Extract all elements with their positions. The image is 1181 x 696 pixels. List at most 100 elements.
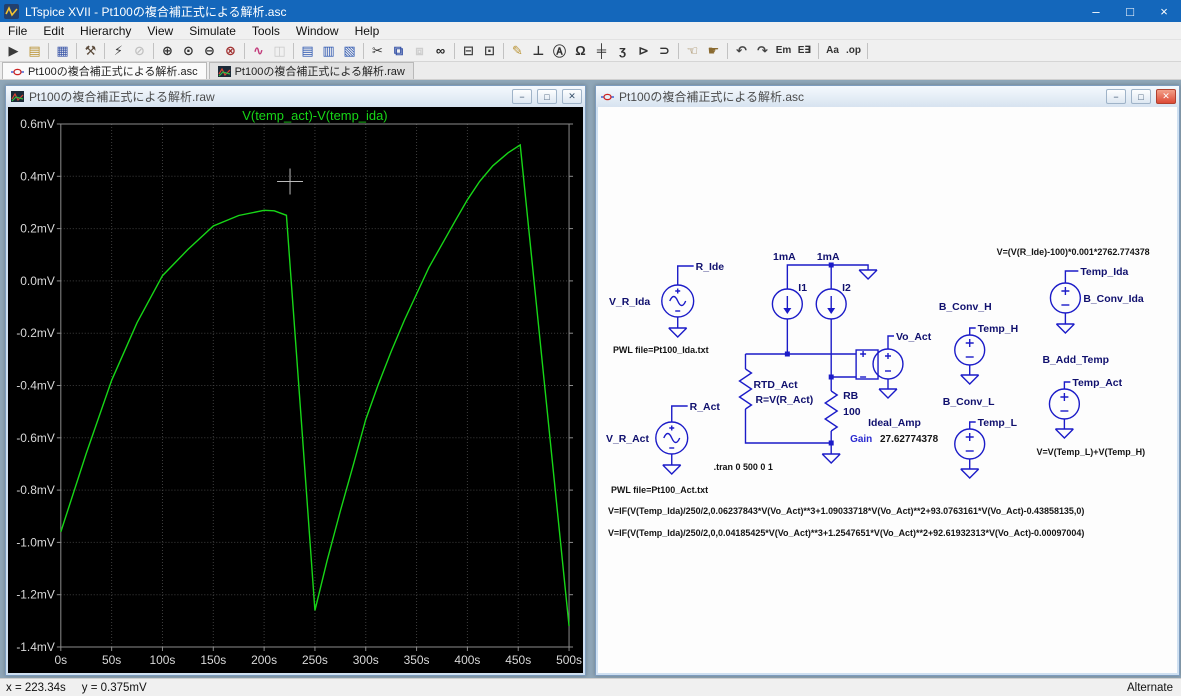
schematic-pane[interactable]: V_R_Ida R_Ide PWL file=Pt100_Ida.txt V_R… [598,107,1177,673]
toolbar-separator [727,43,728,59]
print-icon[interactable]: ⊟ [458,41,479,61]
x-tick-label: 500s [556,653,582,667]
resistor-rtd-act[interactable] [740,369,752,409]
rotate-icon[interactable]: E∃ [794,41,815,61]
menu-tools[interactable]: Tools [244,23,288,39]
x-tick-label: 100s [150,653,176,667]
cascade-windows-icon[interactable]: ▧ [339,41,360,61]
move-icon[interactable]: ☜ [682,41,703,61]
attribute-key: Gain [850,434,872,445]
menu-hierarchy[interactable]: Hierarchy [72,23,139,39]
plot-settings-icon: ◫ [269,41,290,61]
close-button[interactable]: × [1147,0,1181,22]
main-titlebar: LTspice XVII - Pt100の複合補正式による解析.asc – □ … [0,0,1181,22]
minimize-button[interactable]: – [1079,0,1113,22]
drag-icon[interactable]: ☛ [703,41,724,61]
minimize-button[interactable]: − [512,89,532,104]
component-label: V_R_Ida [609,297,650,308]
diode-icon[interactable]: ⊳ [633,41,654,61]
bsource-b-add-temp[interactable] [1049,389,1079,419]
menu-edit[interactable]: Edit [35,23,72,39]
spice-directive-icon[interactable]: .op [843,41,864,61]
cursor-x-readout: x = 223.34s [6,682,66,694]
new-schematic-icon[interactable]: ▶ [3,41,24,61]
menu-simulate[interactable]: Simulate [181,23,244,39]
voltage-source-v-r-act[interactable] [656,422,688,454]
redo-icon[interactable]: ↷ [752,41,773,61]
autorange-icon[interactable]: ∿ [248,41,269,61]
zoom-back-icon[interactable]: ⊙ [178,41,199,61]
bsource-b-conv-l[interactable] [955,429,985,459]
zoom-in-icon[interactable]: ⊕ [157,41,178,61]
menubar: FileEditHierarchyViewSimulateToolsWindow… [0,22,1181,40]
maximize-button[interactable]: □ [1131,89,1151,104]
tile-horizontal-icon[interactable]: ▤ [297,41,318,61]
close-button[interactable]: ✕ [562,89,582,104]
net-label: Temp_L [978,418,1018,429]
schematic-window-titlebar[interactable]: Pt100の複合補正式による解析.asc − □ ✕ [596,86,1179,107]
bsource-b-conv-ida[interactable] [1050,283,1080,313]
waveform-window-titlebar[interactable]: Pt100の複合補正式による解析.raw − □ ✕ [6,86,585,107]
cut-icon[interactable]: ✂ [367,41,388,61]
edit-pencil-icon[interactable]: ✎ [507,41,528,61]
schematic-icon [601,91,614,102]
resistor-icon[interactable]: Ω [570,41,591,61]
menu-file[interactable]: File [0,23,35,39]
zoom-out-icon[interactable]: ⊖ [199,41,220,61]
net-label: Vo_Act [896,332,932,343]
control-panel-icon[interactable]: ⚒ [80,41,101,61]
print-preview-icon[interactable]: ⊡ [479,41,500,61]
voltage-source-v-r-ida[interactable] [662,285,694,317]
minimize-button[interactable]: − [1106,89,1126,104]
paste-icon: ⧈ [409,41,430,61]
toolbar: ▶▤▦⚒⚡⊘⊕⊙⊖⊗∿◫▤▥▧✂⧉⧈∞⊟⊡✎⊥ⒶΩ╪ʒ⊳⊃☜☛↶↷EmE∃Aa.… [0,40,1181,62]
open-file-icon[interactable]: ▤ [24,41,45,61]
find-icon[interactable]: ∞ [430,41,451,61]
tile-vertical-icon[interactable]: ▥ [318,41,339,61]
net-label: R_Ide [696,262,725,273]
capacitor-icon[interactable]: ╪ [591,41,612,61]
tab-label: Pt100の複合補正式による解析.raw [235,63,405,79]
y-tick-label: -1.4mV [16,640,55,654]
net-label-icon[interactable]: Ⓐ [549,41,570,61]
tab-schematic[interactable]: Pt100の複合補正式による解析.asc [2,62,207,79]
component-label: B_Conv_L [943,397,995,408]
component-label: B_Conv_H [939,302,992,313]
menu-help[interactable]: Help [347,23,388,39]
esource-ideal-amp[interactable] [856,349,903,379]
ground-icon[interactable]: ⊥ [528,41,549,61]
component-label: V_R_Act [606,434,649,445]
menu-window[interactable]: Window [288,23,347,39]
text-icon[interactable]: Aa [822,41,843,61]
plot-pane[interactable]: 0s50s100s150s200s250s300s350s400s450s500… [8,107,583,673]
maximize-button[interactable]: □ [537,89,557,104]
copy-icon[interactable]: ⧉ [388,41,409,61]
waveform-plot[interactable]: 0s50s100s150s200s250s300s350s400s450s500… [8,107,583,673]
trace-label[interactable]: V(temp_act)-V(temp_ida) [242,108,387,123]
directive-text: .tran 0 500 0 1 [714,462,773,472]
schematic-icon [11,66,24,77]
mirror-icon[interactable]: Em [773,41,794,61]
inductor-icon[interactable]: ʒ [612,41,633,61]
undo-icon[interactable]: ↶ [731,41,752,61]
tab-waveform[interactable]: Pt100の複合補正式による解析.raw [209,62,414,79]
document-tabbar: Pt100の複合補正式による解析.asc Pt100の複合補正式による解析.ra… [0,62,1181,80]
directive-text: PWL file=Pt100_Act.txt [611,485,708,495]
schematic-canvas[interactable]: V_R_Ida R_Ide PWL file=Pt100_Ida.txt V_R… [598,107,1177,673]
crosshair-cursor[interactable] [277,169,303,195]
run-icon[interactable]: ⚡ [108,41,129,61]
mdi-area: Pt100の複合補正式による解析.raw − □ ✕ 0s50s100s150s… [0,80,1181,678]
resistor-rb[interactable] [825,391,837,431]
waveform-window: Pt100の複合補正式による解析.raw − □ ✕ 0s50s100s150s… [5,85,586,676]
schematic-wires[interactable] [672,265,1079,469]
maximize-button[interactable]: □ [1113,0,1147,22]
component-icon[interactable]: ⊃ [654,41,675,61]
schematic-window: Pt100の複合補正式による解析.asc − □ ✕ [595,85,1180,676]
menu-view[interactable]: View [139,23,181,39]
save-icon[interactable]: ▦ [52,41,73,61]
x-tick-label: 50s [102,653,121,667]
bsource-b-conv-h[interactable] [955,335,985,365]
ground-symbols[interactable] [663,270,1075,478]
zoom-full-extents-icon[interactable]: ⊗ [220,41,241,61]
close-button[interactable]: ✕ [1156,89,1176,104]
